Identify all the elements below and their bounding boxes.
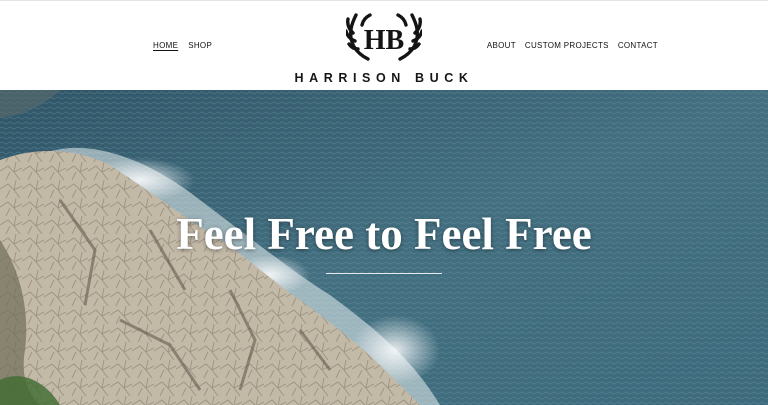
logo-monogram: HB — [364, 25, 404, 56]
site-header: HOME SHOP HB HARRISON BUCK ABOUT CUSTOM … — [0, 0, 768, 90]
hero-divider — [326, 273, 442, 274]
antler-monogram-logo: HB — [346, 13, 422, 61]
site-logo[interactable]: HB HARRISON BUCK — [288, 7, 480, 85]
nav-right: ABOUT CUSTOM PROJECTS CONTACT — [487, 41, 658, 50]
nav-link-home[interactable]: HOME — [153, 41, 178, 50]
nav-link-shop[interactable]: SHOP — [188, 41, 212, 50]
nav-link-contact[interactable]: CONTACT — [618, 41, 658, 50]
hero-banner: Feel Free to Feel Free — [0, 90, 768, 405]
nav-link-about[interactable]: ABOUT — [487, 41, 516, 50]
hero-title: Feel Free to Feel Free — [176, 209, 592, 259]
nav-link-custom-projects[interactable]: CUSTOM PROJECTS — [525, 41, 609, 50]
logo-wordmark: HARRISON BUCK — [294, 71, 474, 85]
nav-left: HOME SHOP — [153, 41, 212, 50]
